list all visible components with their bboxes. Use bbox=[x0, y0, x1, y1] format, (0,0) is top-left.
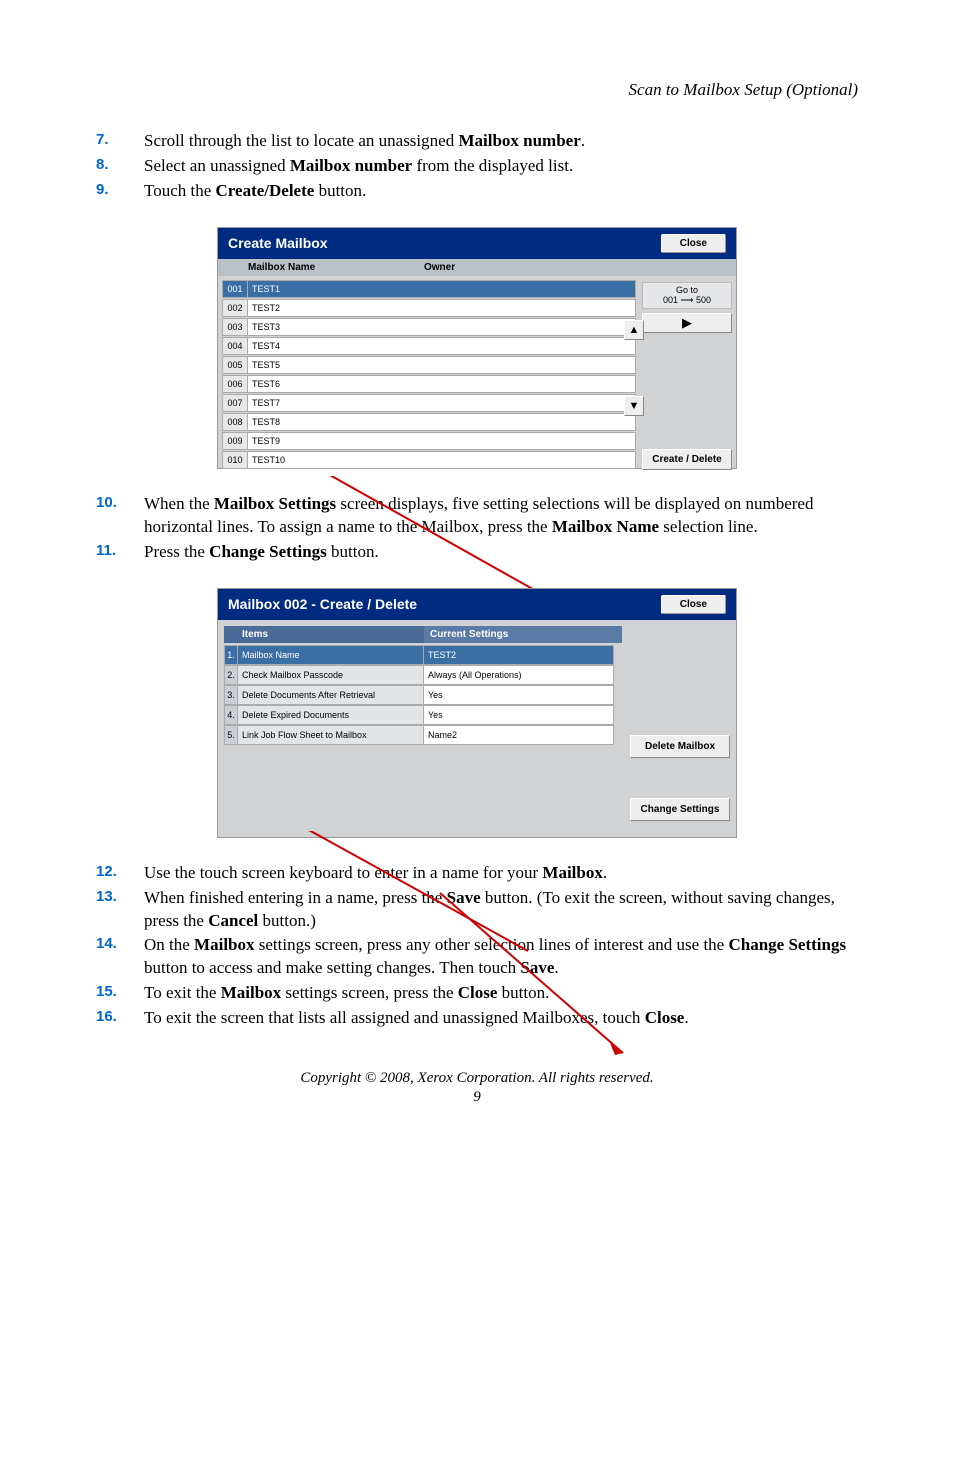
scroll-up-button[interactable]: ▲ bbox=[624, 320, 644, 340]
step-number: 8. bbox=[96, 155, 144, 178]
step-text: Touch the Create/Delete button. bbox=[144, 180, 858, 203]
mailbox-row[interactable]: 008TEST8 bbox=[222, 413, 636, 431]
setting-row[interactable]: 4.Delete Expired DocumentsYes bbox=[224, 705, 622, 725]
step-number: 9. bbox=[96, 180, 144, 203]
mailbox-row[interactable]: 009TEST9 bbox=[222, 432, 636, 450]
mailbox-list: 001TEST1002TEST2003TEST3004TEST4005TEST5… bbox=[222, 280, 636, 470]
mailbox-row-name: TEST4 bbox=[248, 337, 636, 355]
step-number: 14. bbox=[96, 934, 144, 980]
mailbox-row[interactable]: 003TEST3 bbox=[222, 318, 636, 336]
mailbox-row-name: TEST2 bbox=[248, 299, 636, 317]
close-button[interactable]: Close bbox=[661, 234, 726, 253]
step-number: 13. bbox=[96, 887, 144, 933]
mailbox-row[interactable]: 004TEST4 bbox=[222, 337, 636, 355]
mailbox-row-number: 010 bbox=[222, 451, 248, 469]
setting-row-number: 2. bbox=[224, 665, 238, 685]
setting-row-label: Link Job Flow Sheet to Mailbox bbox=[238, 725, 424, 745]
settings-list: 1.Mailbox NameTEST22.Check Mailbox Passc… bbox=[224, 645, 622, 745]
col-items: Items bbox=[224, 626, 424, 643]
scroll-down-button[interactable]: ▼ bbox=[624, 396, 644, 416]
setting-row[interactable]: 5.Link Job Flow Sheet to MailboxName2 bbox=[224, 725, 622, 745]
setting-row-number: 4. bbox=[224, 705, 238, 725]
setting-row-value: Yes bbox=[424, 705, 614, 725]
mailbox-row[interactable]: 006TEST6 bbox=[222, 375, 636, 393]
step-number: 12. bbox=[96, 862, 144, 885]
setting-row-value: Yes bbox=[424, 685, 614, 705]
create-delete-button[interactable]: Create / Delete bbox=[642, 449, 732, 470]
mailbox-row-number: 006 bbox=[222, 375, 248, 393]
step-number: 7. bbox=[96, 130, 144, 153]
mailbox-row-number: 003 bbox=[222, 318, 248, 336]
running-header: Scan to Mailbox Setup (Optional) bbox=[96, 80, 858, 100]
setting-row-number: 3. bbox=[224, 685, 238, 705]
step-number: 15. bbox=[96, 982, 144, 1005]
mailbox-row-name: TEST1 bbox=[248, 280, 636, 298]
setting-row-number: 5. bbox=[224, 725, 238, 745]
mailbox-row-number: 009 bbox=[222, 432, 248, 450]
mailbox-row-name: TEST7 bbox=[248, 394, 636, 412]
setting-row-number: 1. bbox=[224, 645, 238, 665]
figure-mailbox-settings: Mailbox 002 - Create / Delete Close Item… bbox=[217, 588, 737, 838]
setting-row[interactable]: 2.Check Mailbox PasscodeAlways (All Oper… bbox=[224, 665, 622, 685]
next-page-button[interactable]: ▶ bbox=[642, 313, 732, 333]
setting-row-value: TEST2 bbox=[424, 645, 614, 665]
mailbox-row[interactable]: 005TEST5 bbox=[222, 356, 636, 374]
setting-row-value: Always (All Operations) bbox=[424, 665, 614, 685]
mailbox-row-number: 008 bbox=[222, 413, 248, 431]
fig2-title: Mailbox 002 - Create / Delete bbox=[228, 596, 417, 612]
mailbox-row-name: TEST9 bbox=[248, 432, 636, 450]
goto-panel: Go to 001 ⟶ 500 bbox=[642, 282, 732, 309]
setting-row-label: Mailbox Name bbox=[238, 645, 424, 665]
mailbox-row-number: 005 bbox=[222, 356, 248, 374]
mailbox-row[interactable]: 010TEST10 bbox=[222, 451, 636, 469]
delete-mailbox-button[interactable]: Delete Mailbox bbox=[630, 735, 730, 758]
mailbox-row-name: TEST5 bbox=[248, 356, 636, 374]
page-number: 9 bbox=[96, 1089, 858, 1106]
mailbox-row-name: TEST3 bbox=[248, 318, 636, 336]
setting-row-label: Delete Documents After Retrieval bbox=[238, 685, 424, 705]
step-number: 11. bbox=[96, 541, 144, 564]
setting-row[interactable]: 1.Mailbox NameTEST2 bbox=[224, 645, 622, 665]
figure-create-mailbox: Create Mailbox Close Mailbox Name Owner … bbox=[217, 227, 737, 469]
col-owner: Owner bbox=[418, 259, 736, 276]
col-current-settings: Current Settings bbox=[424, 626, 622, 643]
setting-row-label: Check Mailbox Passcode bbox=[238, 665, 424, 685]
setting-row-label: Delete Expired Documents bbox=[238, 705, 424, 725]
change-settings-button[interactable]: Change Settings bbox=[630, 798, 730, 821]
col-mailbox-name: Mailbox Name bbox=[218, 259, 418, 276]
step-text: Select an unassigned Mailbox number from… bbox=[144, 155, 858, 178]
mailbox-row-name: TEST6 bbox=[248, 375, 636, 393]
fig1-title: Create Mailbox bbox=[228, 235, 328, 251]
mailbox-row[interactable]: 002TEST2 bbox=[222, 299, 636, 317]
step-list-a: 7.Scroll through the list to locate an u… bbox=[96, 130, 858, 203]
mailbox-row-number: 001 bbox=[222, 280, 248, 298]
setting-row-value: Name2 bbox=[424, 725, 614, 745]
setting-row[interactable]: 3.Delete Documents After RetrievalYes bbox=[224, 685, 622, 705]
step-number: 10. bbox=[96, 493, 144, 539]
mailbox-row[interactable]: 001TEST1 bbox=[222, 280, 636, 298]
mailbox-row-name: TEST10 bbox=[248, 451, 636, 469]
step-text: Scroll through the list to locate an una… bbox=[144, 130, 858, 153]
mailbox-row[interactable]: 007TEST7 bbox=[222, 394, 636, 412]
mailbox-row-number: 007 bbox=[222, 394, 248, 412]
step-number: 16. bbox=[96, 1007, 144, 1030]
mailbox-row-name: TEST8 bbox=[248, 413, 636, 431]
mailbox-row-number: 004 bbox=[222, 337, 248, 355]
mailbox-row-number: 002 bbox=[222, 299, 248, 317]
close-button[interactable]: Close bbox=[661, 595, 726, 614]
